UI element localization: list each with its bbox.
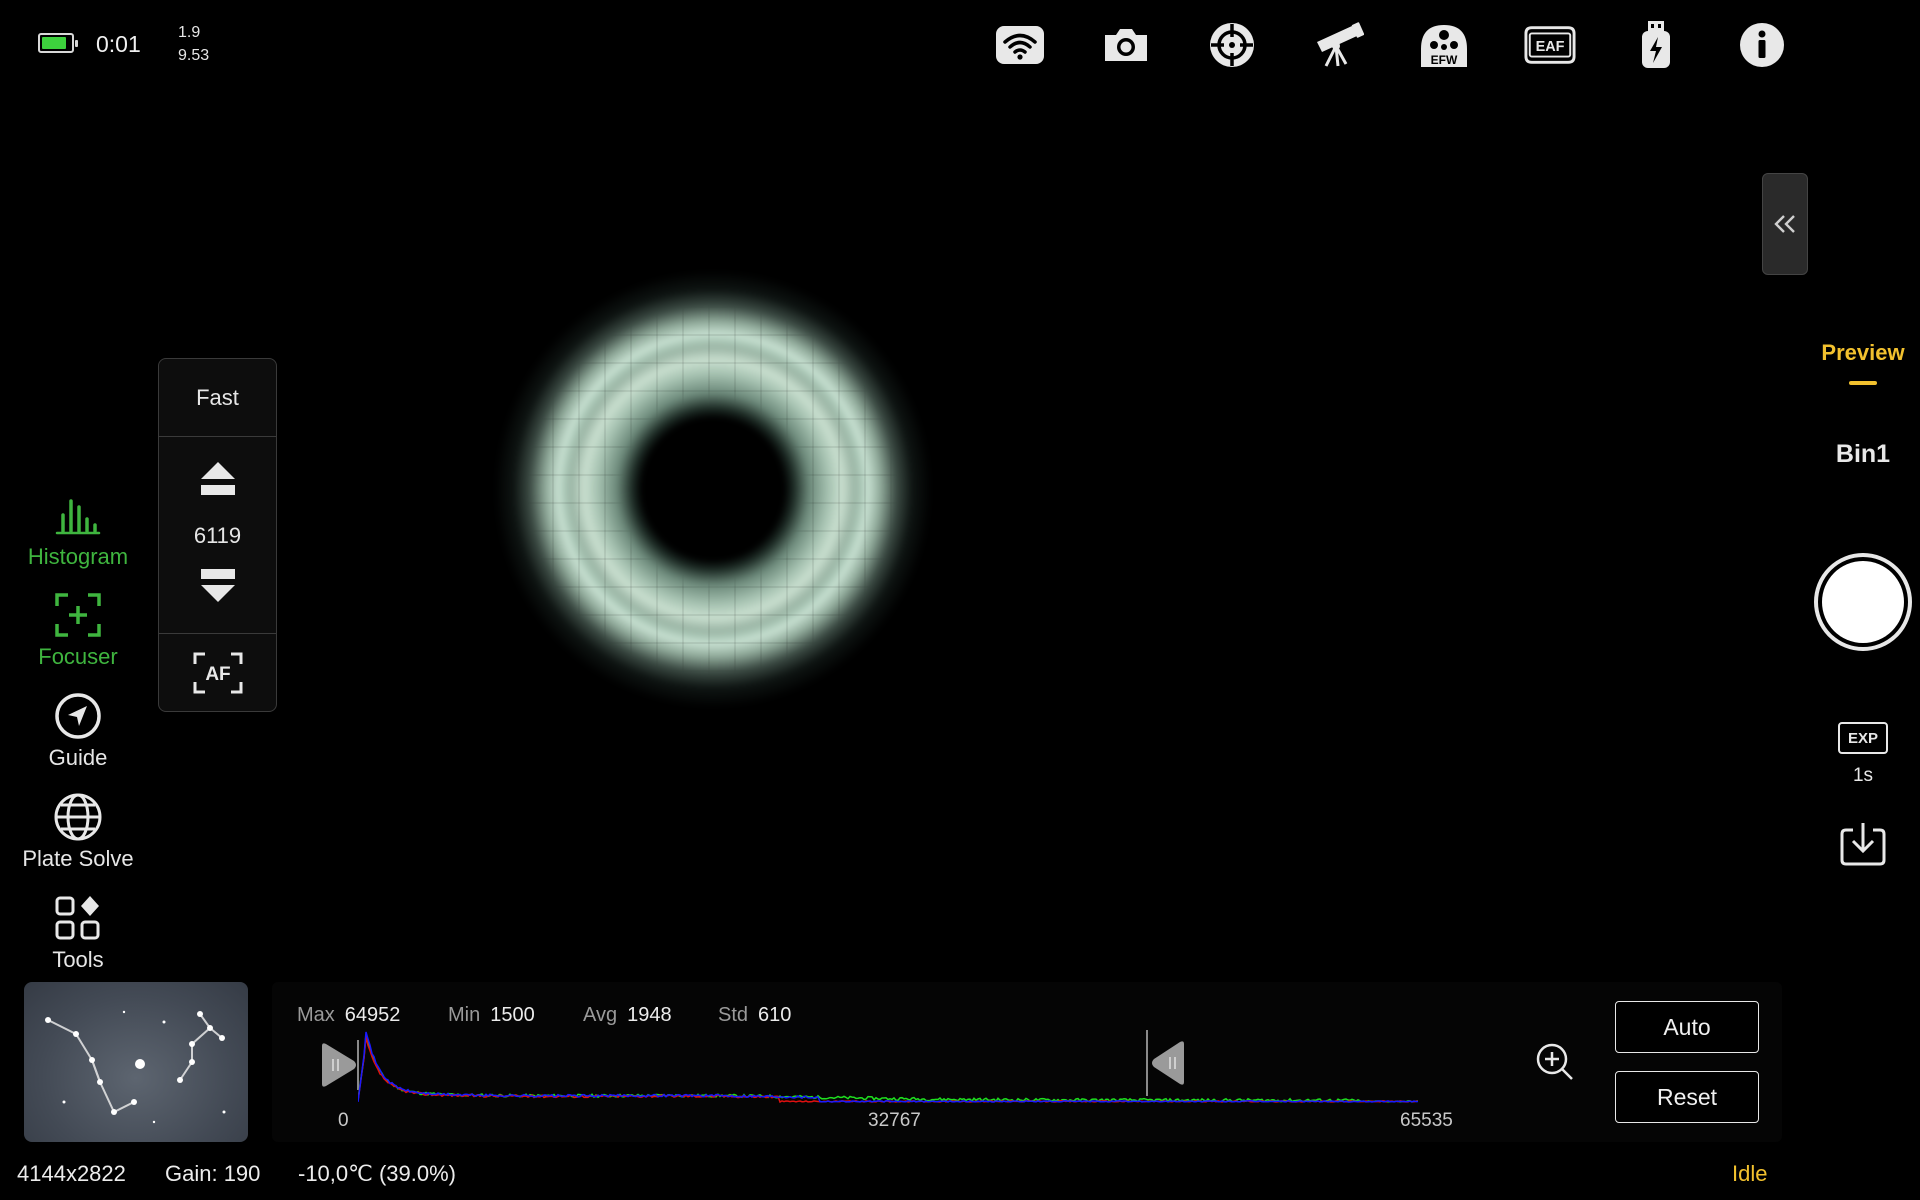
focuser-icon <box>55 593 101 637</box>
sky-thumbnail[interactable] <box>24 982 248 1142</box>
focuser-position: 6119 <box>193 523 242 548</box>
sensor-temperature: -10,0℃ (39.0%) <box>298 1161 456 1186</box>
bin-selector[interactable]: Bin1 <box>1816 440 1910 469</box>
auto-button[interactable]: Auto <box>1615 1001 1759 1053</box>
capture-button[interactable] <box>1814 553 1912 651</box>
black-point-slider[interactable] <box>318 1040 362 1090</box>
hist-max-label: Max <box>297 1004 335 1026</box>
eaf-icon[interactable]: EAF <box>1524 20 1576 70</box>
reset-button[interactable]: Reset <box>1615 1071 1759 1123</box>
tools-label: Tools <box>52 947 104 972</box>
tools-tool[interactable]: Tools <box>8 893 148 973</box>
histogram-blue-channel <box>358 1031 1418 1103</box>
autofocus-icon: AF <box>193 652 242 693</box>
exposure-icon[interactable]: EXP <box>1838 722 1888 754</box>
hist-std: Std 610 <box>718 1004 791 1027</box>
info-icon[interactable] <box>1736 20 1788 70</box>
af-label: AF <box>205 664 230 685</box>
camera-gain: Gain: 190 <box>165 1161 261 1186</box>
efw-label: EFW <box>1431 53 1458 67</box>
telescope-icon[interactable] <box>1312 20 1364 70</box>
plate-solve-tool[interactable]: Plate Solve <box>8 792 148 872</box>
efw-icon[interactable]: EFW <box>1418 20 1470 70</box>
hist-min: Min 1500 <box>448 1004 535 1027</box>
hist-min-label: Min <box>448 1004 481 1026</box>
mode-underline <box>1849 381 1877 385</box>
autofocus-button[interactable]: AF <box>159 634 276 711</box>
status-value-bottom: 9.53 <box>178 47 210 64</box>
focus-up-icon[interactable] <box>197 459 239 499</box>
target-icon[interactable] <box>1206 20 1258 70</box>
grid-icon <box>55 896 100 940</box>
histogram-red-channel <box>358 1036 1418 1104</box>
compass-icon <box>55 693 101 739</box>
white-point-slider[interactable] <box>1144 1030 1188 1096</box>
hist-min-value: 1500 <box>490 1004 535 1026</box>
hist-std-label: Std <box>718 1004 749 1026</box>
hist-std-value: 610 <box>758 1004 792 1026</box>
wifi-icon[interactable] <box>994 20 1046 70</box>
eaf-label: EAF <box>1536 39 1565 55</box>
histogram-tool[interactable]: Histogram <box>8 490 148 570</box>
double-chevron-left-icon <box>1774 215 1795 233</box>
zoom-in-icon[interactable] <box>1535 1042 1575 1082</box>
hist-axis-min: 0 <box>338 1110 349 1131</box>
histogram-plot <box>358 1031 1418 1104</box>
histogram-icon <box>55 499 101 535</box>
guide-label: Guide <box>48 745 108 770</box>
focuser-tool[interactable]: Focuser <box>8 590 148 670</box>
hist-max: Max 64952 <box>297 1004 400 1027</box>
collapse-panel-button[interactable] <box>1762 173 1808 275</box>
hist-avg-label: Avg <box>583 1004 618 1026</box>
battery-icon <box>38 33 78 53</box>
hist-axis-max: 65535 <box>1400 1110 1453 1131</box>
camera-icon[interactable] <box>1100 20 1152 70</box>
histogram-label: Histogram <box>27 544 129 569</box>
focuser-panel: Fast 6119 AF <box>158 358 277 712</box>
usb-icon[interactable] <box>1630 20 1682 70</box>
globe-icon <box>54 793 102 841</box>
hist-avg-value: 1948 <box>627 1004 672 1026</box>
capture-button-inner <box>1822 561 1904 643</box>
clock: 0:01 <box>96 31 141 57</box>
status-value-top: 1.9 <box>178 24 201 41</box>
preview-mode-tab[interactable]: Preview <box>1816 340 1910 366</box>
image-resolution: 4144x2822 <box>17 1161 126 1186</box>
hist-axis-mid: 32767 <box>868 1110 921 1131</box>
battery-fill <box>42 37 66 49</box>
focuser-label: Focuser <box>38 644 118 669</box>
histogram-green-channel <box>358 1034 1418 1103</box>
focus-down-icon[interactable] <box>197 565 239 605</box>
hist-avg: Avg 1948 <box>583 1004 672 1027</box>
focuser-speed[interactable]: Fast <box>159 359 276 437</box>
download-icon[interactable] <box>1838 820 1888 868</box>
star-texture <box>500 280 925 700</box>
plate-solve-label: Plate Solve <box>22 846 134 871</box>
hist-max-value: 64952 <box>344 1004 401 1026</box>
exposure-value[interactable]: 1s <box>1816 765 1910 787</box>
guide-tool[interactable]: Guide <box>8 691 148 771</box>
camera-state: Idle <box>1732 1161 1768 1186</box>
